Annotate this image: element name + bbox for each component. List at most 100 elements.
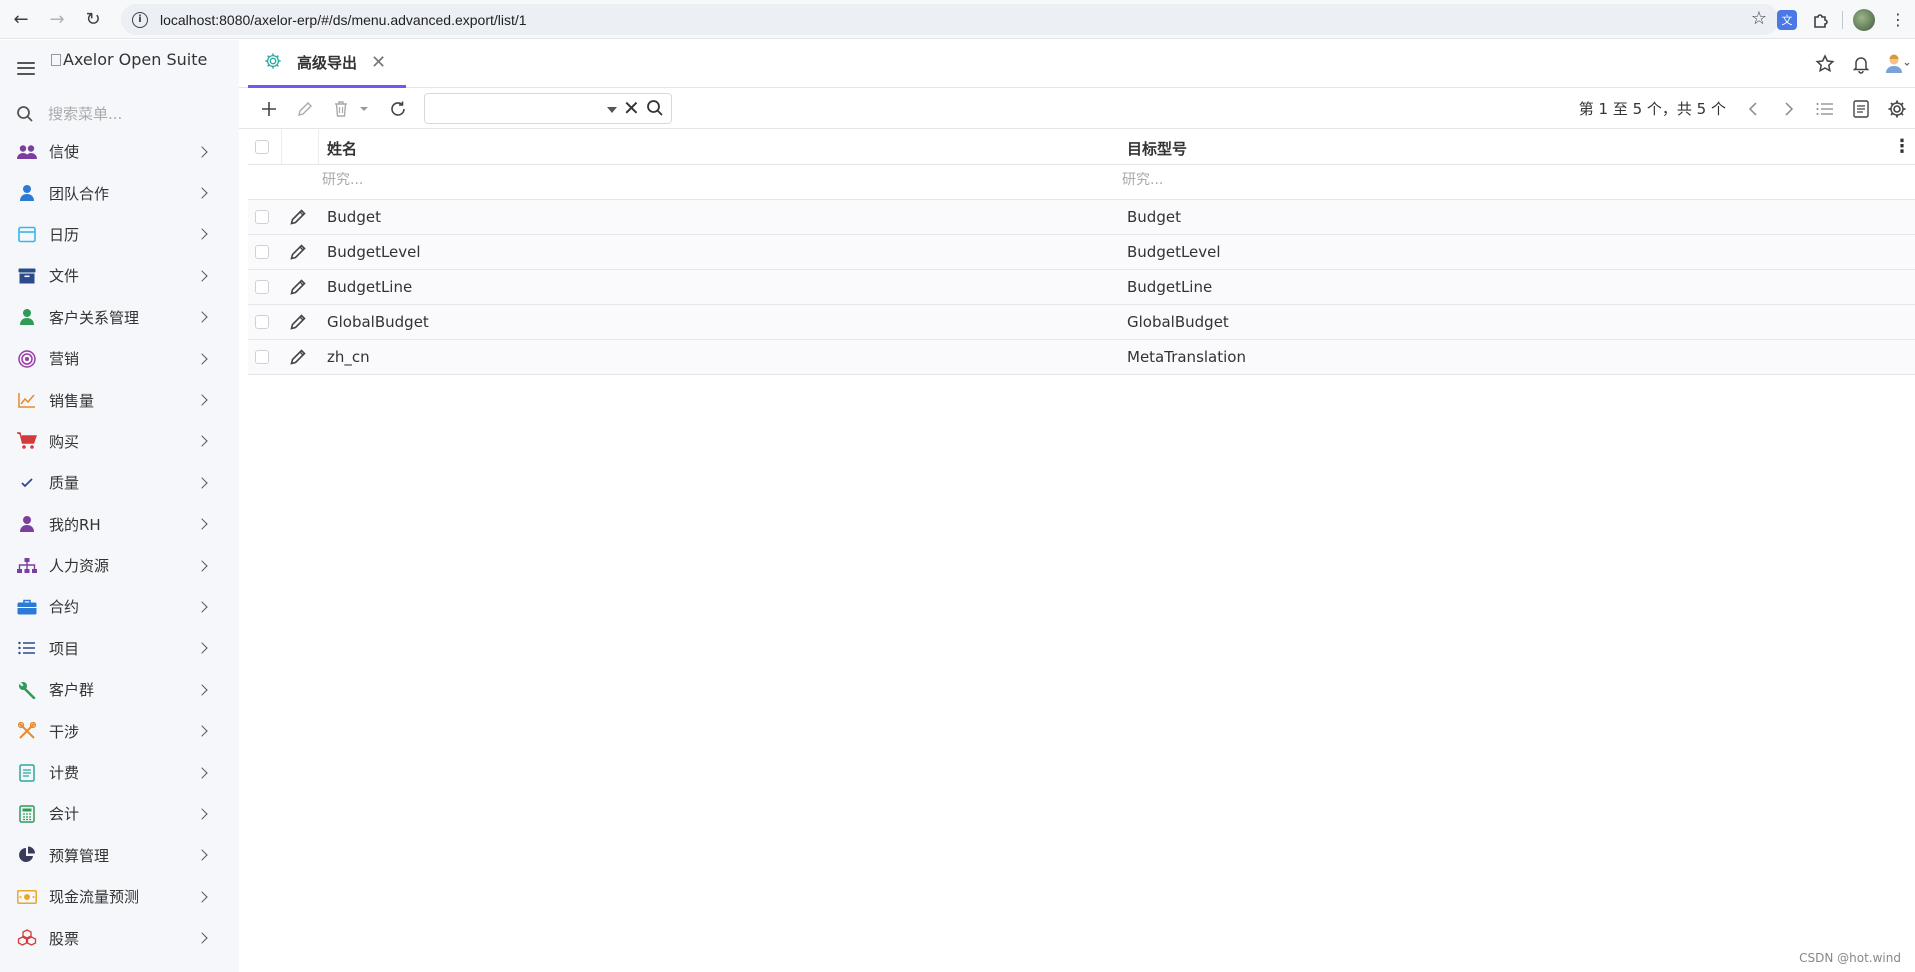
cell-target-model: MetaTranslation [1127,348,1246,366]
row-checkbox[interactable] [255,350,269,364]
filter-row [248,165,1915,200]
browser-menu-icon[interactable]: ⋮ [1881,4,1915,35]
menu-search-input[interactable] [48,104,218,123]
edit-pencil-icon[interactable] [292,96,318,122]
sidebar-item[interactable]: 现金流量预测 [0,876,239,917]
user-avatar-icon[interactable] [1879,46,1915,82]
url-text[interactable]: localhost:8080/axelor-erp/#/ds/menu.adva… [160,12,527,28]
row-checkbox[interactable] [255,315,269,329]
sidebar-item[interactable]: 信使 [0,131,239,172]
add-icon[interactable] [256,96,282,122]
list-view-icon[interactable] [1807,91,1843,127]
translate-extension-icon[interactable]: 文 [1770,4,1804,35]
site-info-icon[interactable]: i [132,11,148,28]
wrench-icon [17,680,37,700]
chevron-right-icon[interactable] [196,352,208,365]
column-menu-icon[interactable]: ⋮ [1893,138,1911,156]
edit-pencil-icon[interactable] [289,313,307,335]
cell-target-model: BudgetLevel [1127,243,1221,261]
sidebar-item[interactable]: 团队合作 [0,172,239,213]
sidebar-item[interactable]: 日历 [0,214,239,255]
app-logo[interactable]: Axelor Open Suite [51,50,207,69]
chevron-right-icon[interactable] [196,270,208,282]
sidebar-item[interactable]: 项目 [0,628,239,669]
reload-icon[interactable]: ↻ [78,4,108,34]
sidebar-item[interactable]: 销售量 [0,379,239,420]
sidebar-item[interactable]: 干涉 [0,710,239,751]
browser-toolbar: ← → ↻ i localhost:8080/axelor-erp/#/ds/m… [0,0,1915,39]
forward-arrow-icon[interactable]: → [42,4,72,34]
settings-gear-icon[interactable] [1879,91,1915,127]
sidebar-item[interactable]: 我的RH [0,504,239,545]
chevron-right-icon[interactable] [196,146,208,158]
chevron-right-icon[interactable] [196,228,208,241]
sidebar-item[interactable]: 会计 [0,793,239,834]
more-actions-caret-icon[interactable] [351,96,377,122]
hamburger-menu-icon[interactable] [17,61,35,75]
chevron-right-icon[interactable] [196,435,208,448]
table-row[interactable]: Budget Budget [248,200,1915,235]
search-icon[interactable] [646,99,664,121]
table-row[interactable]: zh_cn MetaTranslation [248,340,1915,375]
profile-avatar[interactable] [1847,4,1881,35]
bookmark-star-icon[interactable]: ☆ [1751,8,1767,29]
prev-page-icon[interactable] [1735,91,1771,127]
sidebar-item[interactable]: 股票 [0,917,239,958]
sidebar-item[interactable]: 购买 [0,421,239,462]
edit-pencil-icon[interactable] [289,243,307,265]
chevron-right-icon[interactable] [196,642,208,655]
chevron-right-icon[interactable] [196,187,208,199]
sidebar-item[interactable]: 质量 [0,462,239,503]
chevron-right-icon[interactable] [196,601,208,613]
sidebar-item[interactable]: 预算管理 [0,835,239,876]
close-tab-icon[interactable]: ✕ [371,52,386,73]
column-header-target-model[interactable]: 目标型号 [1127,138,1187,159]
row-checkbox[interactable] [255,245,269,259]
sidebar-item-label: 客户群 [49,681,95,700]
chevron-right-icon[interactable] [196,849,208,861]
extensions-puzzle-icon[interactable] [1804,4,1838,35]
sidebar-item[interactable]: 文件 [0,255,239,296]
chevron-right-icon[interactable] [196,766,208,779]
refresh-icon[interactable] [385,96,411,122]
form-view-icon[interactable] [1843,91,1879,127]
tab-advanced-export[interactable]: 高级导出 ✕ [248,40,406,88]
filter-dropdown-icon[interactable] [607,107,617,113]
sidebar-item[interactable]: 人力资源 [0,545,239,586]
chevron-right-icon[interactable] [196,808,208,820]
search-filter-input[interactable]: ✕ [424,93,672,124]
chevron-right-icon[interactable] [196,725,208,737]
chevron-right-icon[interactable] [196,518,208,530]
edit-pencil-icon[interactable] [289,208,307,230]
row-checkbox[interactable] [255,280,269,294]
address-bar[interactable]: i localhost:8080/axelor-erp/#/ds/menu.ad… [121,4,1779,35]
sidebar-item[interactable]: 合约 [0,586,239,627]
table-row[interactable]: BudgetLevel BudgetLevel [248,235,1915,270]
chevron-right-icon[interactable] [196,559,208,572]
chevron-right-icon[interactable] [196,684,208,696]
chevron-right-icon[interactable] [196,891,208,903]
back-arrow-icon[interactable]: ← [6,4,36,34]
sidebar-item[interactable]: 营销 [0,338,239,379]
table-row[interactable]: BudgetLine BudgetLine [248,270,1915,305]
model-filter-input[interactable] [1122,172,1422,188]
select-all-checkbox[interactable] [255,140,269,154]
sidebar-item[interactable]: 计费 [0,752,239,793]
chevron-right-icon[interactable] [196,311,208,323]
chevron-right-icon[interactable] [196,394,208,406]
edit-pencil-icon[interactable] [289,278,307,300]
row-checkbox[interactable] [255,210,269,224]
chevron-right-icon[interactable] [196,932,208,944]
edit-pencil-icon[interactable] [289,348,307,370]
clear-filter-icon[interactable]: ✕ [623,98,640,118]
name-filter-input[interactable] [322,172,622,188]
column-header-name[interactable]: 姓名 [327,138,357,159]
notifications-bell-icon[interactable] [1843,46,1879,82]
chevron-right-icon[interactable] [196,477,208,489]
sidebar-item-label: 项目 [49,639,80,658]
sidebar-item[interactable]: 客户关系管理 [0,297,239,338]
favorite-star-icon[interactable] [1807,46,1843,82]
sidebar-item[interactable]: 客户群 [0,669,239,710]
table-row[interactable]: GlobalBudget GlobalBudget [248,305,1915,340]
next-page-icon[interactable] [1771,91,1807,127]
